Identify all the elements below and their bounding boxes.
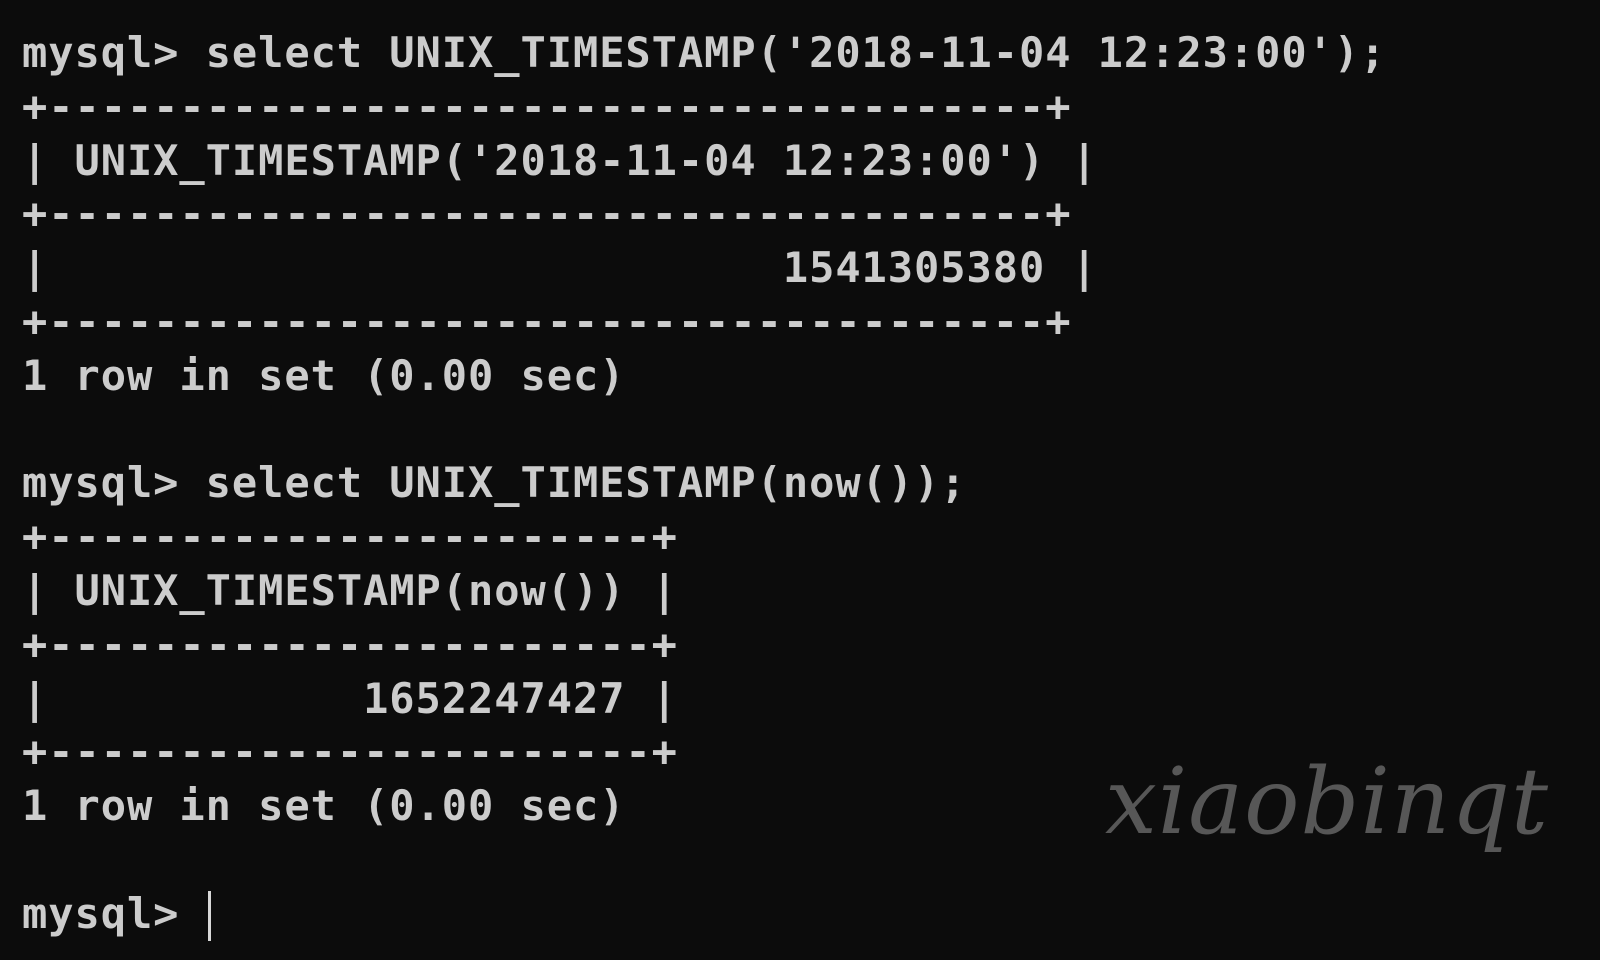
table-row: | 1652247427 | xyxy=(22,673,678,723)
prompt-line: mysql> select UNIX_TIMESTAMP('2018-11-04… xyxy=(22,28,1387,77)
table-header: | UNIX_TIMESTAMP(now()) | xyxy=(22,565,678,615)
table-header: | UNIX_TIMESTAMP('2018-11-04 12:23:00') … xyxy=(22,135,1098,185)
table-border: +--------------------------------------+ xyxy=(22,81,1072,131)
text-cursor xyxy=(207,891,211,942)
table-border: +-----------------------+ xyxy=(22,512,678,562)
table-row: | 1541305380 | xyxy=(22,243,1098,293)
table-border: +-----------------------+ xyxy=(22,619,678,669)
table-border: +--------------------------------------+ xyxy=(22,189,1072,239)
result-summary: 1 row in set (0.00 sec) xyxy=(22,350,626,400)
watermark: xiaobinqt xyxy=(1105,748,1549,855)
table-border: +--------------------------------------+ xyxy=(22,296,1072,346)
terminal-window[interactable]: mysql> select UNIX_TIMESTAMP('2018-11-04… xyxy=(0,0,1600,960)
active-prompt-line[interactable]: mysql> xyxy=(22,887,1386,942)
prompt-text: mysql> xyxy=(22,888,206,938)
prompt-line: mysql> select UNIX_TIMESTAMP(now()); xyxy=(22,458,967,508)
